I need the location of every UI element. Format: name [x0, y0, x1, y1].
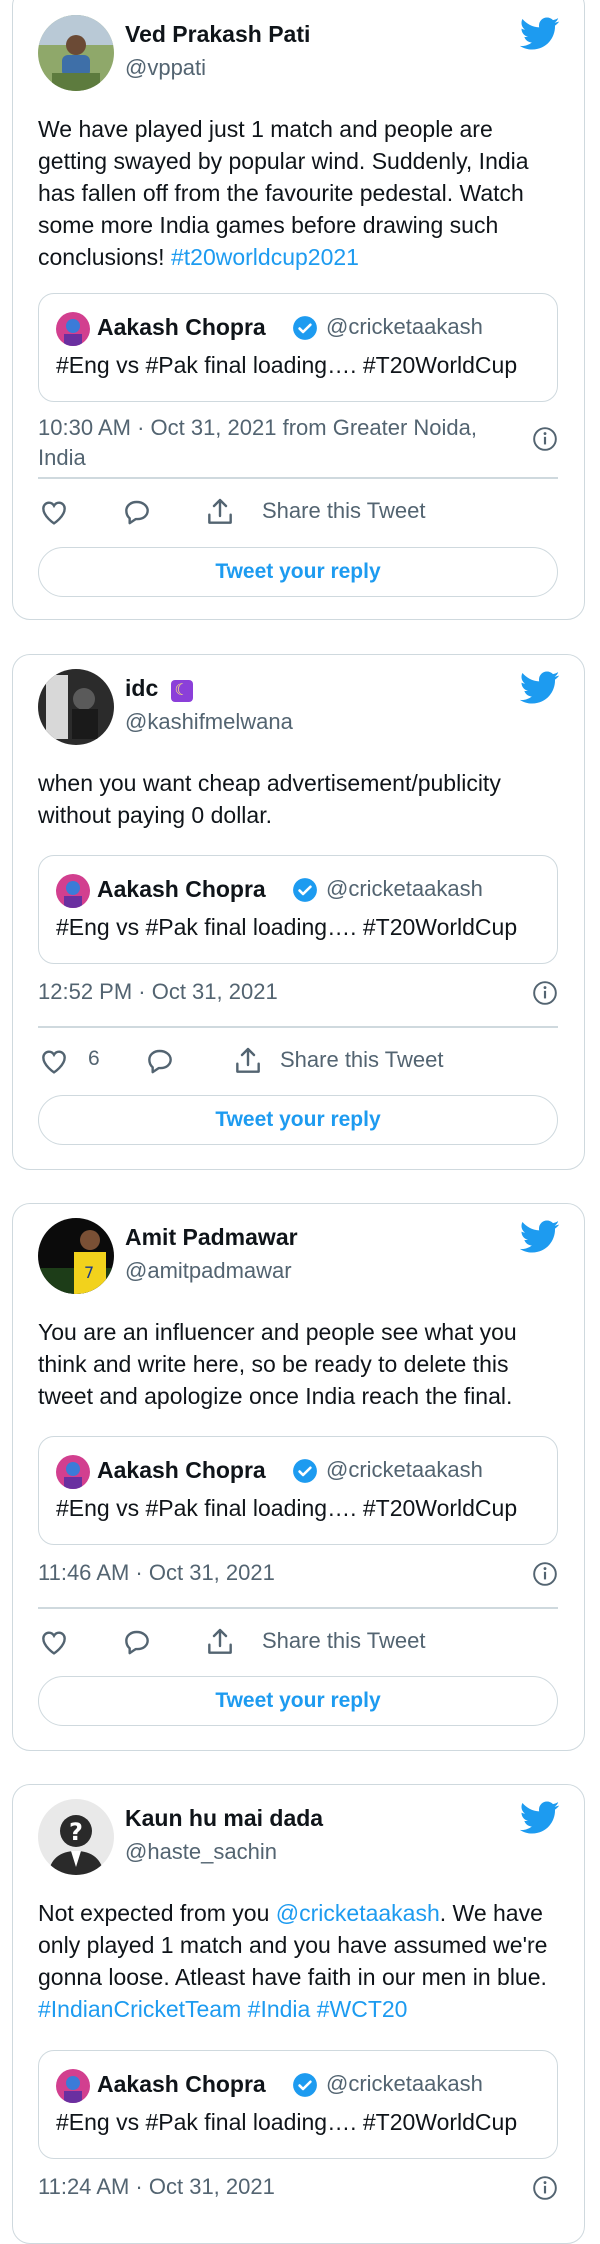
tweet-timestamp[interactable]: 11:46 AM · Oct 31, 2021: [38, 1558, 518, 1588]
quoted-avatar: [56, 312, 90, 346]
like-heart-icon[interactable]: [38, 1045, 70, 1077]
author-name[interactable]: Amit Padmawar: [125, 1224, 298, 1251]
avatar[interactable]: 7: [38, 1218, 114, 1294]
tweet-actions: Share this Tweet: [38, 492, 558, 532]
quoted-author-name: Aakash Chopra: [97, 876, 266, 902]
info-icon[interactable]: [532, 980, 558, 1006]
author-name[interactable]: Kaun hu mai dada: [125, 1805, 323, 1832]
tweet-body: We have played just 1 match and people a…: [38, 113, 556, 273]
reply-bubble-icon[interactable]: [121, 496, 153, 528]
verified-badge-icon: [292, 877, 318, 903]
author-handle[interactable]: @amitpadmawar: [125, 1258, 292, 1284]
quoted-tweet[interactable]: Aakash Chopra @cricketaakash #Eng vs #Pa…: [38, 855, 558, 964]
info-icon[interactable]: [532, 1561, 558, 1587]
quoted-author-handle: @cricketaakash: [326, 2071, 483, 2096]
quoted-avatar: [56, 1455, 90, 1489]
twitter-bird-icon[interactable]: [520, 1801, 560, 1835]
author-name[interactable]: idc ☾: [125, 675, 193, 702]
divider: [38, 1026, 558, 1028]
tweet-body: Not expected from you @cricketaakash. We…: [38, 1897, 556, 2025]
hashtag-link[interactable]: #t20worldcup2021: [171, 244, 359, 270]
share-icon[interactable]: [204, 1626, 236, 1658]
twitter-bird-icon[interactable]: [520, 1220, 560, 1254]
tweet-body: You are an influencer and people see wha…: [38, 1319, 517, 1409]
tweet-timestamp[interactable]: 11:24 AM · Oct 31, 2021: [38, 2172, 518, 2202]
tweet-card: Ved Prakash Pati @vppati We have played …: [12, 0, 585, 620]
verified-badge-icon: [292, 315, 318, 341]
quoted-author-name: Aakash Chopra: [97, 314, 266, 340]
share-tweet-button[interactable]: Share this Tweet: [280, 1047, 443, 1073]
divider: [38, 1607, 558, 1609]
verified-badge-icon: [292, 1458, 318, 1484]
tweet-card: 7 Amit Padmawar @amitpadmawar You are an…: [12, 1203, 585, 1751]
share-tweet-button[interactable]: Share this Tweet: [262, 1628, 425, 1654]
reply-button[interactable]: Tweet your reply: [38, 547, 558, 597]
quoted-text: #Eng vs #Pak final loading…. #T20WorldCu…: [56, 352, 518, 378]
quoted-text: #Eng vs #Pak final loading…. #T20WorldCu…: [56, 1495, 518, 1521]
verified-badge-icon: [292, 2072, 318, 2098]
quoted-author-handle: @cricketaakash: [326, 314, 483, 339]
quoted-author-name: Aakash Chopra: [97, 1457, 266, 1483]
reply-button[interactable]: Tweet your reply: [38, 1095, 558, 1145]
reply-bubble-icon[interactable]: [144, 1045, 176, 1077]
reply-button[interactable]: Tweet your reply: [38, 1676, 558, 1726]
twitter-bird-icon[interactable]: [520, 671, 560, 705]
svg-text:?: ?: [69, 1818, 83, 1846]
author-name-text: idc: [125, 675, 159, 701]
quoted-author-handle: @cricketaakash: [326, 876, 483, 901]
quoted-text: #Eng vs #Pak final loading…. #T20WorldCu…: [56, 914, 518, 940]
quoted-text: #Eng vs #Pak final loading…. #T20WorldCu…: [56, 2109, 518, 2135]
author-name[interactable]: Ved Prakash Pati: [125, 21, 310, 48]
info-icon[interactable]: [532, 426, 558, 452]
moon-emoji-icon: ☾: [170, 680, 193, 702]
like-heart-icon[interactable]: [38, 496, 70, 528]
tweet-timestamp[interactable]: 12:52 PM · Oct 31, 2021: [38, 977, 518, 1007]
tweet-timestamp[interactable]: 10:30 AM · Oct 31, 2021 from Greater Noi…: [38, 413, 518, 473]
divider: [38, 477, 558, 479]
quoted-author-name: Aakash Chopra: [97, 2071, 266, 2097]
quoted-tweet[interactable]: Aakash Chopra @cricketaakash #Eng vs #Pa…: [38, 1436, 558, 1545]
tweet-actions: Share this Tweet: [38, 1622, 558, 1662]
tweet-card: ? Kaun hu mai dada @haste_sachin Not exp…: [12, 1784, 585, 2244]
share-icon[interactable]: [204, 496, 236, 528]
tweet-actions: 6 Share this Tweet: [38, 1041, 558, 1081]
share-icon[interactable]: [232, 1045, 264, 1077]
quoted-tweet[interactable]: Aakash Chopra @cricketaakash #Eng vs #Pa…: [38, 293, 558, 402]
hashtag-links[interactable]: #IndianCricketTeam #India #WCT20: [38, 1996, 407, 2022]
author-handle[interactable]: @haste_sachin: [125, 1839, 277, 1865]
twitter-bird-icon[interactable]: [520, 17, 560, 51]
svg-text:7: 7: [84, 1263, 94, 1282]
author-handle[interactable]: @vppati: [125, 55, 206, 81]
quoted-author-handle: @cricketaakash: [326, 1457, 483, 1482]
quoted-avatar: [56, 2069, 90, 2103]
avatar[interactable]: [38, 669, 114, 745]
avatar[interactable]: [38, 15, 114, 91]
share-tweet-button[interactable]: Share this Tweet: [262, 498, 425, 524]
avatar[interactable]: ?: [38, 1799, 114, 1875]
reply-bubble-icon[interactable]: [121, 1626, 153, 1658]
tweet-card: idc ☾ @kashifmelwana when you want cheap…: [12, 654, 585, 1170]
like-heart-icon[interactable]: [38, 1626, 70, 1658]
info-icon[interactable]: [532, 2175, 558, 2201]
mention-link[interactable]: @cricketaakash: [276, 1900, 440, 1926]
quoted-tweet[interactable]: Aakash Chopra @cricketaakash #Eng vs #Pa…: [38, 2050, 558, 2159]
like-count: 6: [88, 1047, 100, 1070]
tweet-text: Not expected from you: [38, 1900, 276, 1926]
tweet-body: when you want cheap advertisement/public…: [38, 770, 501, 828]
author-handle[interactable]: @kashifmelwana: [125, 709, 293, 735]
quoted-avatar: [56, 874, 90, 908]
